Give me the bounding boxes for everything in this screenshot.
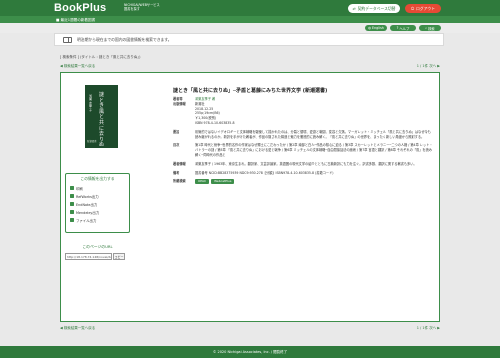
help-button[interactable]: ? ヘルプ [390, 25, 416, 31]
back-to-results-link[interactable]: ◀ 検索結果一覧へ戻る [60, 64, 95, 69]
meta-value: 彩管的ではないイデオロギーと文体戦略を駆使して描かれたのは、分裂と循環、愛欲と戦… [195, 129, 431, 139]
logo-subtitle: NICHIGAI/WEBサービス 図書を探す [124, 3, 160, 12]
cover-title: 謎とき風と共に去りぬ [99, 92, 105, 149]
book-detail-card: 謎とき風と共に去りぬ 鴻巣友季子 新潮選書 この情報を出力する 印刷 RefWo… [60, 72, 440, 322]
file-icon [70, 218, 74, 222]
export-icon [70, 194, 74, 198]
cover-publisher: 新潮選書 [87, 140, 97, 144]
result-nav-top: ◀ 検索結果一覧へ戻る 1 / 1件 次へ ▶ [60, 64, 440, 69]
output-box-title: この情報を出力する [80, 176, 115, 181]
meta-value: 図書番号 NCID:BB28375939 NDC9:930.278【分類】ISB… [195, 170, 334, 175]
new-arrivals-link[interactable]: ■ 最近1週間の新着図書 [56, 18, 95, 23]
refworks-link[interactable]: RefWorks出力 [66, 192, 129, 200]
back-to-results-label: 検索結果一覧へ戻る [63, 326, 96, 330]
copy-url-button[interactable]: コピー [113, 253, 125, 260]
back-to-results-link[interactable]: ◀ 検索結果一覧へ戻る [60, 326, 95, 331]
print-icon [70, 186, 74, 190]
meta-label: 所蔵検索 [173, 179, 186, 184]
new-arrivals-bar: ■ 最近1週間の新着図書 [0, 16, 500, 23]
logout-icon: ⏻ [411, 6, 415, 11]
meta-value: 鴻巣友季子 / 1963年、東京生まれ。翻訳家、文芸評論家。英語圏の現代文学の紹… [195, 161, 417, 166]
search-icon: ⌕ [425, 26, 428, 30]
logout-label: ログアウト [416, 5, 435, 11]
export-icon [70, 210, 74, 214]
switch-icon: ⇄ [352, 6, 356, 11]
opac-button[interactable]: OPAC [195, 179, 210, 185]
meta-row: 要旨 彩管的ではないイデオロギーと文体戦略を駆使して描かれたのは、分裂と循環、愛欲… [173, 130, 433, 140]
meta-row: 著者情報 鴻巣友季子 / 1963年、東京生まれ。翻訳家、文芸評論家。英語圏の現代… [173, 162, 433, 167]
meta-row: ISBN 978-4-10-603835-8 [173, 121, 433, 126]
endnote-label: EndNote出力 [76, 202, 98, 207]
author-link[interactable]: 鴻巣友季子 著 [195, 97, 215, 101]
search-conditions: [ 検索条件 ] (タイトル : 謎とき「風と共に去りぬ」) [60, 55, 141, 59]
pager[interactable]: 1 / 1件 次へ ▶ [417, 326, 440, 331]
refworks-label: RefWorks出力 [76, 194, 99, 199]
meta-label: 著者情報 [173, 161, 186, 166]
meta-label: 備考 [173, 170, 180, 175]
search-button[interactable]: ⌕ 検索 [419, 25, 441, 31]
help-icon: ? [396, 26, 399, 30]
book-icon [63, 36, 72, 43]
footer-text: © 2020 Nichigai Associates, Inc. / 閲覧終了 [212, 349, 288, 354]
result-nav-bottom: ◀ 検索結果一覧へ戻る 1 / 1件 次へ ▶ [60, 326, 440, 331]
notice-text: 明治期から現在までの国内の図書情報を検索できます。 [77, 36, 172, 42]
info-notice: 明治期から現在までの国内の図書情報を検索できます。 [54, 33, 444, 46]
meta-label [173, 121, 195, 126]
help-label: ヘルプ [399, 26, 410, 31]
logo-subtitle-line2: 図書を探す [124, 6, 140, 11]
meta-row: 目次 第1章 時代と紛争─世界的名作の作家はなぜ郷土にこだわったか / 第2章 南… [173, 143, 433, 157]
print-link[interactable]: 印刷 [66, 184, 129, 192]
header: BookPlus NICHIGAI/WEBサービス 図書を探す ⇄ 契約データベ… [0, 0, 500, 16]
page-url-title: このページのURL [82, 244, 113, 249]
book-cover[interactable]: 謎とき風と共に去りぬ 鴻巣友季子 新潮選書 [85, 85, 118, 148]
file-export-label: ファイル出力 [76, 218, 97, 223]
export-icon [70, 202, 74, 206]
page-url-row: http://18.178.74.148/novel/detail? コピー [65, 253, 130, 260]
meta-label: 目次 [173, 143, 180, 148]
meta-value: 第1章 時代と紛争─世界的名作の作家はなぜ郷土にこだわったか / 第2章 南部と… [195, 143, 433, 157]
footer: © 2020 Nichigai Associates, Inc. / 閲覧終了 [0, 346, 500, 358]
english-button[interactable]: ◍ English [365, 25, 387, 31]
file-export-link[interactable]: ファイル出力 [66, 216, 129, 224]
page-url-field[interactable]: http://18.178.74.148/novel/detail? [65, 253, 112, 260]
meta-label: 要旨 [173, 129, 180, 134]
meta-value: ISBN 978-4-10-603835-8 [195, 120, 235, 125]
switch-database-label: 契約データベース切替 [357, 5, 396, 11]
output-box: この情報を出力する 印刷 RefWorks出力 EndNote出力 Mendel… [65, 173, 130, 233]
meta-row: 所蔵検索 OPAC WebcatPlus [173, 179, 433, 185]
mendeley-link[interactable]: Mendeley出力 [66, 208, 129, 216]
switch-database-button[interactable]: ⇄ 契約データベース切替 [348, 4, 400, 13]
pager[interactable]: 1 / 1件 次へ ▶ [417, 64, 440, 69]
logout-button[interactable]: ⏻ ログアウト [405, 4, 441, 13]
globe-icon: ◍ [368, 26, 371, 30]
output-sidebar: この情報を出力する 印刷 RefWorks出力 EndNote出力 Mendel… [65, 173, 130, 260]
back-to-results-label: 検索結果一覧へ戻る [63, 64, 96, 68]
meta-row: 備考 図書番号 NCID:BB28375939 NDC9:930.278【分類】I… [173, 171, 433, 176]
english-label: English [371, 26, 384, 30]
webcatplus-button[interactable]: WebcatPlus [211, 179, 235, 185]
utility-bar: ◍ English ? ヘルプ ⌕ 検索 [0, 23, 500, 33]
book-metadata: 著者等 鴻巣友季子 著 出版情報 新潮社 2018.12.25 255p;19cm(… [173, 97, 433, 185]
book-title: 謎とき「風と共に去りぬ」─矛盾と葛藤にみちた世界文学 (新潮選書) [173, 88, 328, 94]
print-label: 印刷 [76, 186, 83, 191]
cover-author: 鴻巣友季子 [89, 94, 93, 112]
endnote-link[interactable]: EndNote出力 [66, 200, 129, 208]
search-label: 検索 [428, 26, 435, 31]
bookplus-logo[interactable]: BookPlus [54, 2, 106, 14]
mendeley-label: Mendeley出力 [76, 210, 100, 215]
